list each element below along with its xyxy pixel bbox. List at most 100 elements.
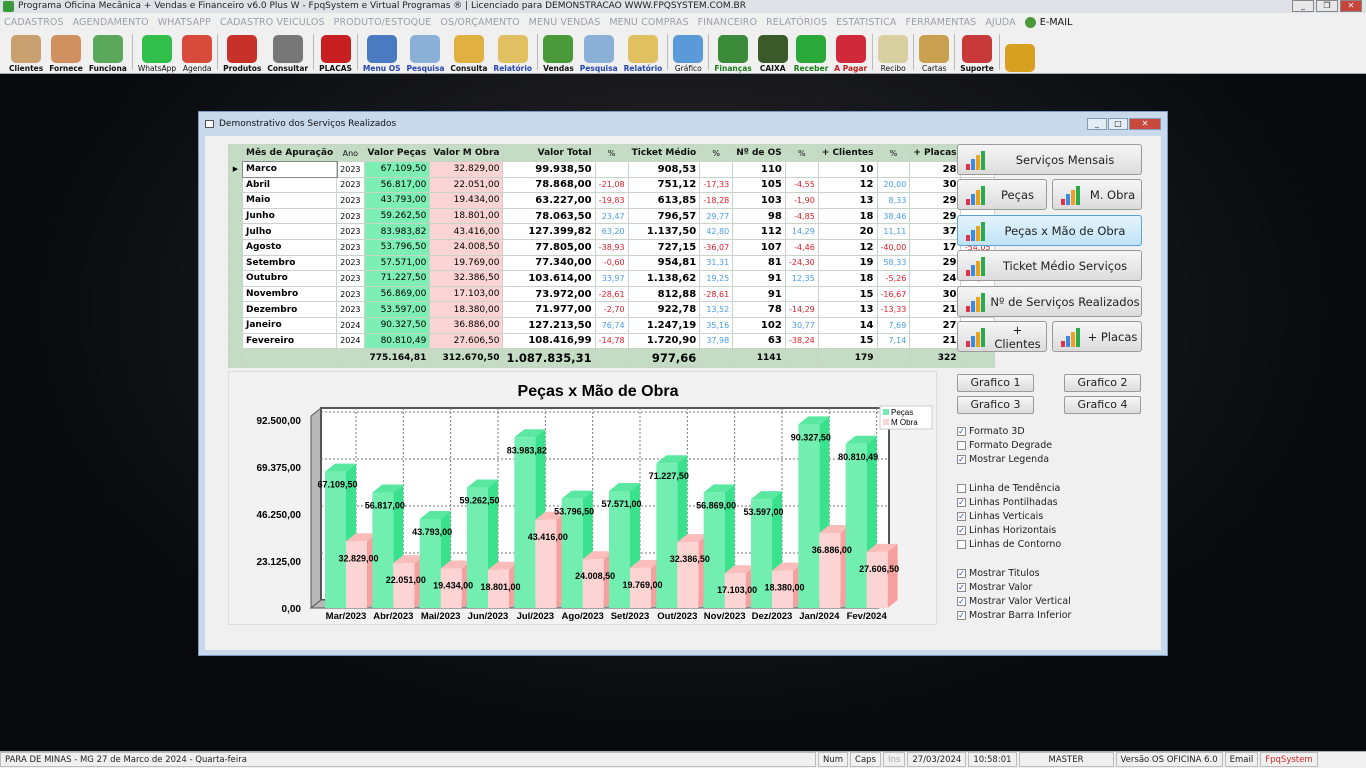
table-cell[interactable]: 17 bbox=[909, 238, 961, 256]
chart-button-ticket-m-dio-servi-os[interactable]: Ticket Médio Serviços bbox=[957, 250, 1142, 281]
table-cell[interactable]: 78 bbox=[732, 301, 786, 318]
table-cell[interactable]: 954,81 bbox=[627, 254, 701, 272]
table-cell[interactable]: -28,61 bbox=[594, 285, 629, 303]
table-cell[interactable]: 12 bbox=[817, 238, 878, 256]
table-cell[interactable]: 29 bbox=[909, 192, 961, 209]
toolbar-button-clientes[interactable]: Clientes bbox=[6, 31, 46, 73]
bar-pecas[interactable] bbox=[845, 443, 867, 608]
table-cell[interactable]: 13 bbox=[817, 192, 878, 209]
table-cell[interactable]: 30 bbox=[909, 176, 961, 194]
table-cell[interactable]: 37 bbox=[909, 223, 961, 240]
table-cell[interactable]: 7,69 bbox=[876, 316, 911, 334]
toolbar-button-finanas[interactable]: Finanças bbox=[711, 31, 754, 73]
chart-button-pe-as-x-m-o-de-obra[interactable]: Peças x Mão de Obra bbox=[957, 215, 1142, 246]
table-cell[interactable]: 15 bbox=[817, 332, 878, 350]
table-cell[interactable]: 18.801,00 bbox=[429, 207, 504, 225]
menu-email[interactable]: E-MAIL bbox=[1024, 16, 1073, 28]
toolbar-button-consultar[interactable]: Consultar bbox=[264, 31, 311, 73]
table-cell[interactable]: 2023 bbox=[336, 301, 365, 318]
dialog-maximize-button[interactable]: □ bbox=[1108, 118, 1128, 130]
column-header[interactable]: % bbox=[876, 144, 911, 162]
column-header[interactable]: Ticket Médio bbox=[627, 144, 701, 162]
table-cell[interactable]: Maio bbox=[241, 192, 338, 209]
table-cell[interactable]: 27 bbox=[909, 316, 961, 334]
table-cell[interactable]: 71.227,50 bbox=[363, 270, 431, 287]
column-header[interactable]: Valor M Obra bbox=[429, 144, 504, 162]
column-header[interactable]: % bbox=[594, 144, 629, 162]
table-cell[interactable]: 11,11 bbox=[876, 223, 911, 240]
table-cell[interactable]: 21 bbox=[909, 332, 961, 350]
table-cell[interactable]: Marco bbox=[241, 160, 338, 179]
table-cell[interactable]: 12 bbox=[817, 176, 878, 194]
checkbox-linhas-pontilhadas[interactable]: ✓ Linhas Pontilhadas bbox=[957, 497, 1058, 508]
checkbox-linhas-verticais[interactable]: ✓ Linhas Verticais bbox=[957, 511, 1043, 522]
status-version[interactable]: Versão OS OFICINA 6.0 bbox=[1115, 752, 1223, 767]
table-cell[interactable]: 14,29 bbox=[784, 223, 819, 240]
table-cell[interactable]: 110 bbox=[732, 161, 786, 178]
column-header[interactable]: Mês de Apuração bbox=[241, 144, 338, 162]
checkbox-checked-icon[interactable]: ✓ bbox=[957, 597, 966, 606]
menu-produto-estoque[interactable]: PRODUTO/ESTOQUE bbox=[334, 17, 432, 28]
table-cell[interactable]: 127.399,82 bbox=[502, 223, 596, 240]
checkbox-checked-icon[interactable]: ✓ bbox=[957, 526, 966, 535]
table-cell[interactable] bbox=[784, 285, 819, 303]
table-cell[interactable]: 2023 bbox=[336, 254, 365, 272]
table-cell[interactable]: 63 bbox=[732, 332, 786, 350]
table-cell[interactable]: 38,46 bbox=[876, 207, 911, 225]
table-cell[interactable]: 2023 bbox=[336, 238, 365, 256]
table-cell[interactable]: -21,08 bbox=[594, 176, 629, 194]
table-cell[interactable]: 43.793,00 bbox=[363, 192, 431, 209]
table-cell[interactable]: 80.810,49 bbox=[363, 332, 431, 350]
bar-pecas[interactable] bbox=[325, 471, 346, 608]
table-cell[interactable]: -14,29 bbox=[784, 301, 819, 318]
table-cell[interactable]: -4,55 bbox=[784, 176, 819, 194]
checkbox-linha-de-tend-ncia[interactable]: Linha de Tendência bbox=[957, 483, 1060, 494]
table-cell[interactable]: -4,85 bbox=[784, 207, 819, 225]
table-cell[interactable]: -0,60 bbox=[594, 254, 629, 272]
checkbox-mostrar-valor[interactable]: ✓ Mostrar Valor bbox=[957, 582, 1032, 593]
table-cell[interactable]: 18 bbox=[817, 270, 878, 287]
table-cell[interactable]: 7,14 bbox=[876, 332, 911, 350]
toolbar-button-placas[interactable]: PLACAS bbox=[316, 31, 355, 73]
table-cell[interactable]: 12,35 bbox=[784, 270, 819, 287]
chart-button--placas[interactable]: + Placas bbox=[1052, 321, 1142, 352]
table-cell[interactable]: 127.213,50 bbox=[502, 316, 596, 334]
table-cell[interactable]: 91 bbox=[732, 270, 786, 287]
table-cell[interactable]: 922,78 bbox=[627, 301, 701, 318]
table-cell[interactable]: 1.720,90 bbox=[627, 332, 701, 350]
table-cell[interactable]: 796,57 bbox=[627, 207, 701, 225]
table-cell[interactable]: 19,25 bbox=[699, 270, 734, 287]
table-cell[interactable]: 18.380,00 bbox=[429, 301, 504, 318]
table-cell[interactable]: 613,85 bbox=[627, 192, 701, 209]
table-cell[interactable]: 27.606,50 bbox=[429, 332, 504, 350]
table-cell[interactable]: 20 bbox=[817, 223, 878, 240]
table-row[interactable]: Maio 2023 43.793,00 19.434,00 63.227,00 -19,8… bbox=[228, 192, 995, 209]
table-cell[interactable] bbox=[594, 161, 629, 178]
table-cell[interactable]: -16,67 bbox=[876, 285, 911, 303]
table-cell[interactable]: -36,07 bbox=[699, 238, 734, 256]
table-cell[interactable]: 58,33 bbox=[876, 254, 911, 272]
grafico-3-button[interactable]: Grafico 3 bbox=[957, 396, 1034, 414]
menu-cadastro-veiculos[interactable]: CADASTRO VEICULOS bbox=[220, 17, 325, 28]
table-cell[interactable]: 29 bbox=[909, 254, 961, 272]
toolbar-button-recibo[interactable]: Recibo bbox=[875, 31, 911, 73]
table-cell[interactable]: 42,80 bbox=[699, 223, 734, 240]
table-cell[interactable]: Agosto bbox=[241, 238, 338, 256]
table-cell[interactable]: 103 bbox=[732, 192, 786, 209]
bar-m-obra[interactable] bbox=[582, 559, 604, 608]
table-cell[interactable]: 78.868,00 bbox=[502, 176, 596, 194]
column-header[interactable]: Nº de OS bbox=[732, 144, 786, 162]
table-cell[interactable]: 37,98 bbox=[699, 332, 734, 350]
table-cell[interactable]: -18,28 bbox=[699, 192, 734, 209]
grafico-1-button[interactable]: Grafico 1 bbox=[957, 374, 1034, 392]
toolbar-button-receber[interactable]: Receber bbox=[791, 31, 832, 73]
minimize-button[interactable]: _ bbox=[1292, 0, 1314, 12]
column-header[interactable]: Valor Peças bbox=[363, 144, 431, 162]
table-row[interactable]: Setembro 2023 57.571,00 19.769,00 77.340,00-… bbox=[228, 254, 995, 272]
dialog-close-button[interactable]: ✕ bbox=[1129, 118, 1161, 130]
table-cell[interactable]: 19.434,00 bbox=[429, 192, 504, 209]
bar-m-obra[interactable] bbox=[677, 542, 699, 608]
checkbox-mostrar-barra-inferior[interactable]: ✓ Mostrar Barra Inferior bbox=[957, 610, 1071, 621]
table-cell[interactable]: 83.983,82 bbox=[363, 223, 431, 240]
menu-estatistica[interactable]: ESTATISTICA bbox=[836, 17, 896, 28]
